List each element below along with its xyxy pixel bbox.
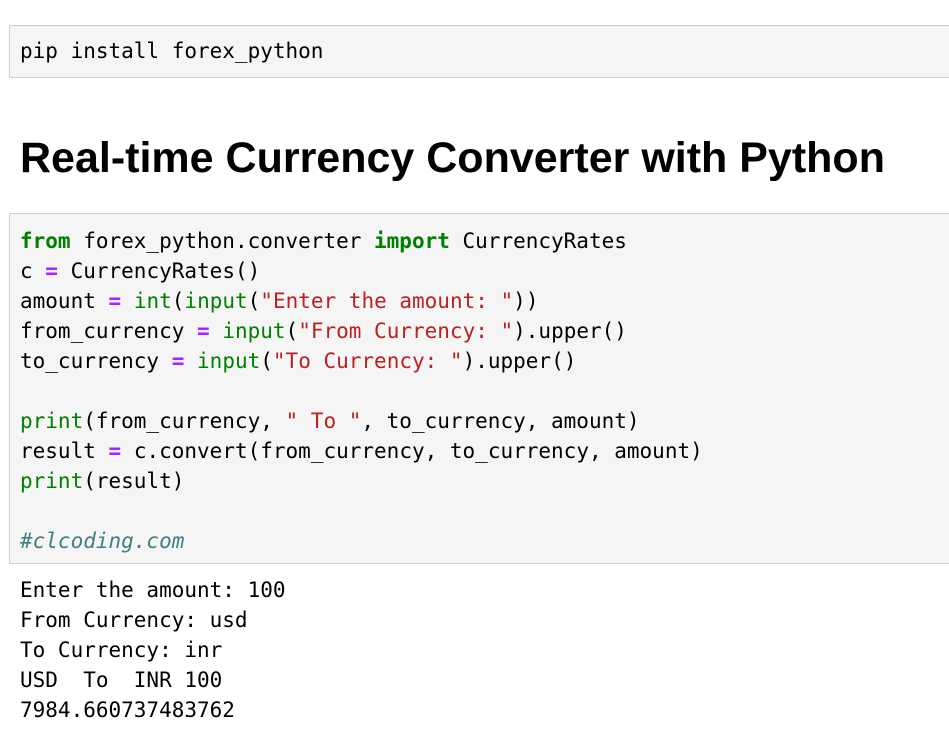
code-line: print(result) bbox=[20, 466, 703, 496]
code-token: amount bbox=[20, 289, 109, 313]
cell-output: Enter the amount: 100 From Currency: usd T… bbox=[20, 575, 286, 725]
page-title: Real-time Currency Converter with Python bbox=[20, 134, 885, 182]
code-token: import bbox=[374, 229, 450, 253]
code-line: print(from_currency, " To ", to_currency… bbox=[20, 406, 703, 436]
code-token: CurrencyRates bbox=[449, 229, 627, 253]
output-line: From Currency: usd bbox=[20, 608, 248, 632]
code-token: ).upper() bbox=[462, 349, 577, 373]
code-token: "From Currency: " bbox=[298, 319, 514, 343]
code-token: print bbox=[20, 409, 84, 433]
code-token: = bbox=[108, 289, 122, 313]
code-token: ( bbox=[285, 319, 299, 343]
code-token: print bbox=[20, 469, 84, 493]
code-token: ( bbox=[260, 349, 273, 373]
code-token: = bbox=[45, 259, 58, 283]
code-token: int bbox=[133, 289, 172, 313]
code-token: )) bbox=[513, 289, 539, 313]
code-token: result bbox=[20, 439, 109, 463]
code-line: from forex_python.converter import Curre… bbox=[20, 226, 703, 256]
code-token: ( bbox=[247, 289, 261, 313]
code-line: from_currency = input("From Currency: ")… bbox=[20, 316, 703, 346]
code-token: ( bbox=[171, 289, 185, 313]
pip-install-code[interactable]: pip install forex_python bbox=[20, 36, 323, 66]
code-token: from_currency bbox=[20, 319, 198, 343]
output-line: To Currency: inr bbox=[20, 638, 223, 662]
code-token: = bbox=[108, 439, 122, 463]
code-line: to_currency = input("To Currency: ").upp… bbox=[20, 346, 703, 376]
code-token: = bbox=[171, 349, 185, 373]
code-token: from bbox=[20, 229, 71, 253]
output-line: USD To INR 100 bbox=[20, 668, 223, 692]
code-editor[interactable]: from forex_python.converter import Curre… bbox=[20, 226, 703, 556]
code-token: forex_python.converter bbox=[70, 229, 375, 253]
code-token: c.convert(from_currency, to_currency, am… bbox=[121, 439, 703, 463]
code-token: CurrencyRates() bbox=[57, 259, 261, 283]
code-token: , to_currency, amount) bbox=[361, 409, 640, 433]
code-cell[interactable]: from forex_python.converter import Curre… bbox=[9, 213, 949, 564]
output-line: Enter the amount: 100 bbox=[20, 578, 286, 602]
code-token: input bbox=[197, 349, 261, 373]
pip-install-cell[interactable]: pip install forex_python bbox=[9, 25, 949, 78]
code-line: c = CurrencyRates() bbox=[20, 256, 703, 286]
code-line: result = c.convert(from_currency, to_cur… bbox=[20, 436, 703, 466]
code-token: (result) bbox=[83, 469, 185, 493]
code-line: amount = int(input("Enter the amount: ")… bbox=[20, 286, 703, 316]
code-token: = bbox=[197, 319, 210, 343]
code-token: input bbox=[184, 289, 248, 313]
code-token: input bbox=[222, 319, 286, 343]
code-token: "Enter the amount: " bbox=[260, 289, 514, 313]
code-line: #clcoding.com bbox=[20, 526, 703, 556]
code-token: #clcoding.com bbox=[20, 529, 185, 553]
code-token: c bbox=[20, 259, 46, 283]
code-token: to_currency bbox=[20, 349, 172, 373]
code-token: (from_currency, bbox=[83, 409, 286, 433]
code-token: " To " bbox=[285, 409, 362, 433]
code-token: "To Currency: " bbox=[272, 349, 463, 373]
output-line: 7984.660737483762 bbox=[20, 698, 235, 722]
code-token: ).upper() bbox=[513, 319, 627, 343]
